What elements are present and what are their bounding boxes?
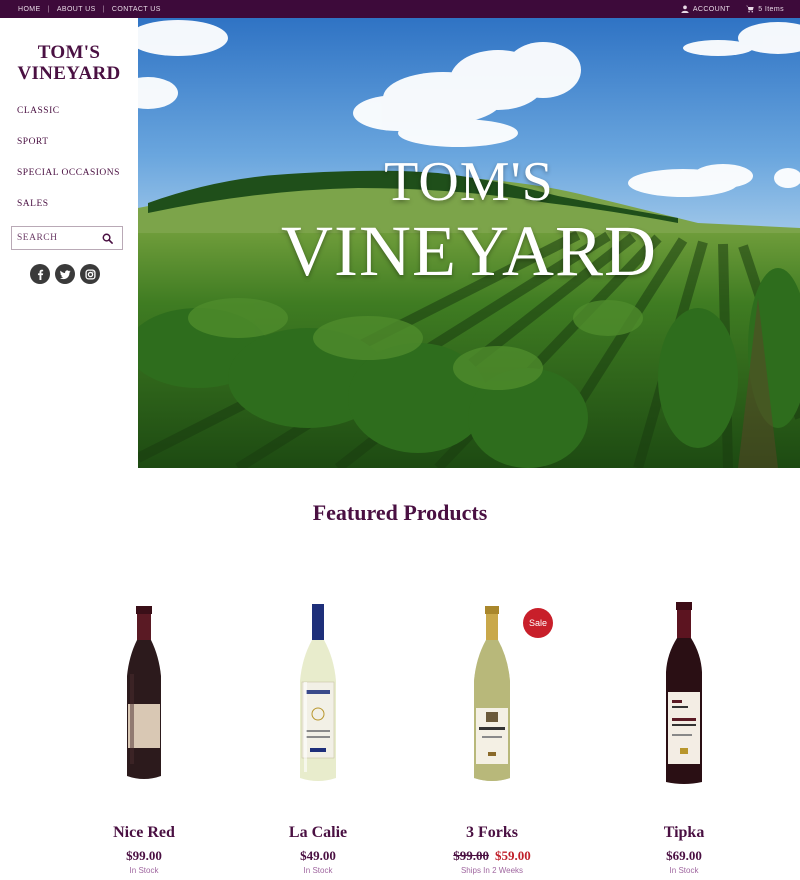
instagram-icon[interactable] [80, 264, 100, 284]
top-bar: HOME | ABOUT US | CONTACT US ACCOUNT 5 I… [0, 0, 800, 18]
account-link[interactable]: ACCOUNT [681, 5, 730, 13]
facebook-icon[interactable] [30, 264, 50, 284]
search-input[interactable] [17, 233, 101, 243]
wine-bottle-image [666, 602, 702, 784]
wine-bottle-image [474, 606, 510, 781]
original-price: $99.00 [453, 848, 489, 863]
product-price: $69.00 [666, 848, 702, 863]
category-menu: CLASSIC SPORT SPECIAL OCCASIONS SALES [17, 104, 120, 228]
hero-title-line2: VINEYARD [281, 211, 657, 291]
menu-item-special-occasions[interactable]: SPECIAL OCCASIONS [17, 166, 120, 197]
nav-separator: | [102, 5, 105, 13]
nav-contact-link[interactable]: CONTACT US [112, 6, 161, 13]
product-name[interactable]: Nice Red [56, 824, 232, 842]
product-name[interactable]: 3 Forks [404, 824, 580, 842]
wine-bottle-image [127, 606, 161, 779]
sale-price: $59.00 [495, 848, 531, 863]
product-price: $49.00 [300, 848, 336, 863]
user-icon [681, 5, 689, 13]
sidebar: TOM'S VINEYARD CLASSIC SPORT SPECIAL OCC… [0, 18, 138, 468]
featured-products-heading: Featured Products [312, 500, 488, 525]
sale-badge: Sale [523, 608, 553, 638]
wine-bottle-image [300, 604, 336, 781]
stock-status: In Stock [129, 866, 159, 875]
site-logo[interactable]: TOM'S VINEYARD [0, 42, 138, 84]
nav-about-link[interactable]: ABOUT US [57, 6, 96, 13]
product-price: $99.00 $59.00 [404, 848, 580, 864]
search-box [11, 226, 123, 250]
menu-item-sport[interactable]: SPORT [17, 135, 120, 166]
logo-line1: TOM'S [37, 42, 101, 63]
logo-line2: VINEYARD [17, 63, 121, 84]
stock-status: In Stock [669, 866, 699, 875]
top-nav: HOME | ABOUT US | CONTACT US [18, 0, 161, 18]
product-name[interactable]: Tipka [596, 824, 772, 842]
search-icon[interactable] [102, 233, 113, 244]
nav-separator: | [47, 5, 50, 13]
hero-title-line1: TOM'S [384, 151, 554, 213]
top-right-links: ACCOUNT 5 Items [681, 0, 784, 18]
product-price: $99.00 [126, 848, 162, 863]
stock-status: In Stock [303, 866, 333, 875]
account-label: ACCOUNT [692, 5, 731, 13]
menu-item-classic[interactable]: CLASSIC [17, 104, 120, 135]
cart-icon [746, 5, 754, 13]
twitter-icon[interactable] [55, 264, 75, 284]
cart-count: 5 Items [758, 5, 784, 13]
social-links [30, 264, 100, 284]
hero-banner: TOM'S VINEYARD [138, 18, 800, 468]
product-name[interactable]: La Calie [230, 824, 406, 842]
cart-link[interactable]: 5 Items [746, 5, 784, 13]
nav-home-link[interactable]: HOME [18, 6, 41, 13]
menu-item-sales[interactable]: SALES [17, 197, 120, 228]
stock-status: Ships In 2 Weeks [460, 866, 524, 875]
